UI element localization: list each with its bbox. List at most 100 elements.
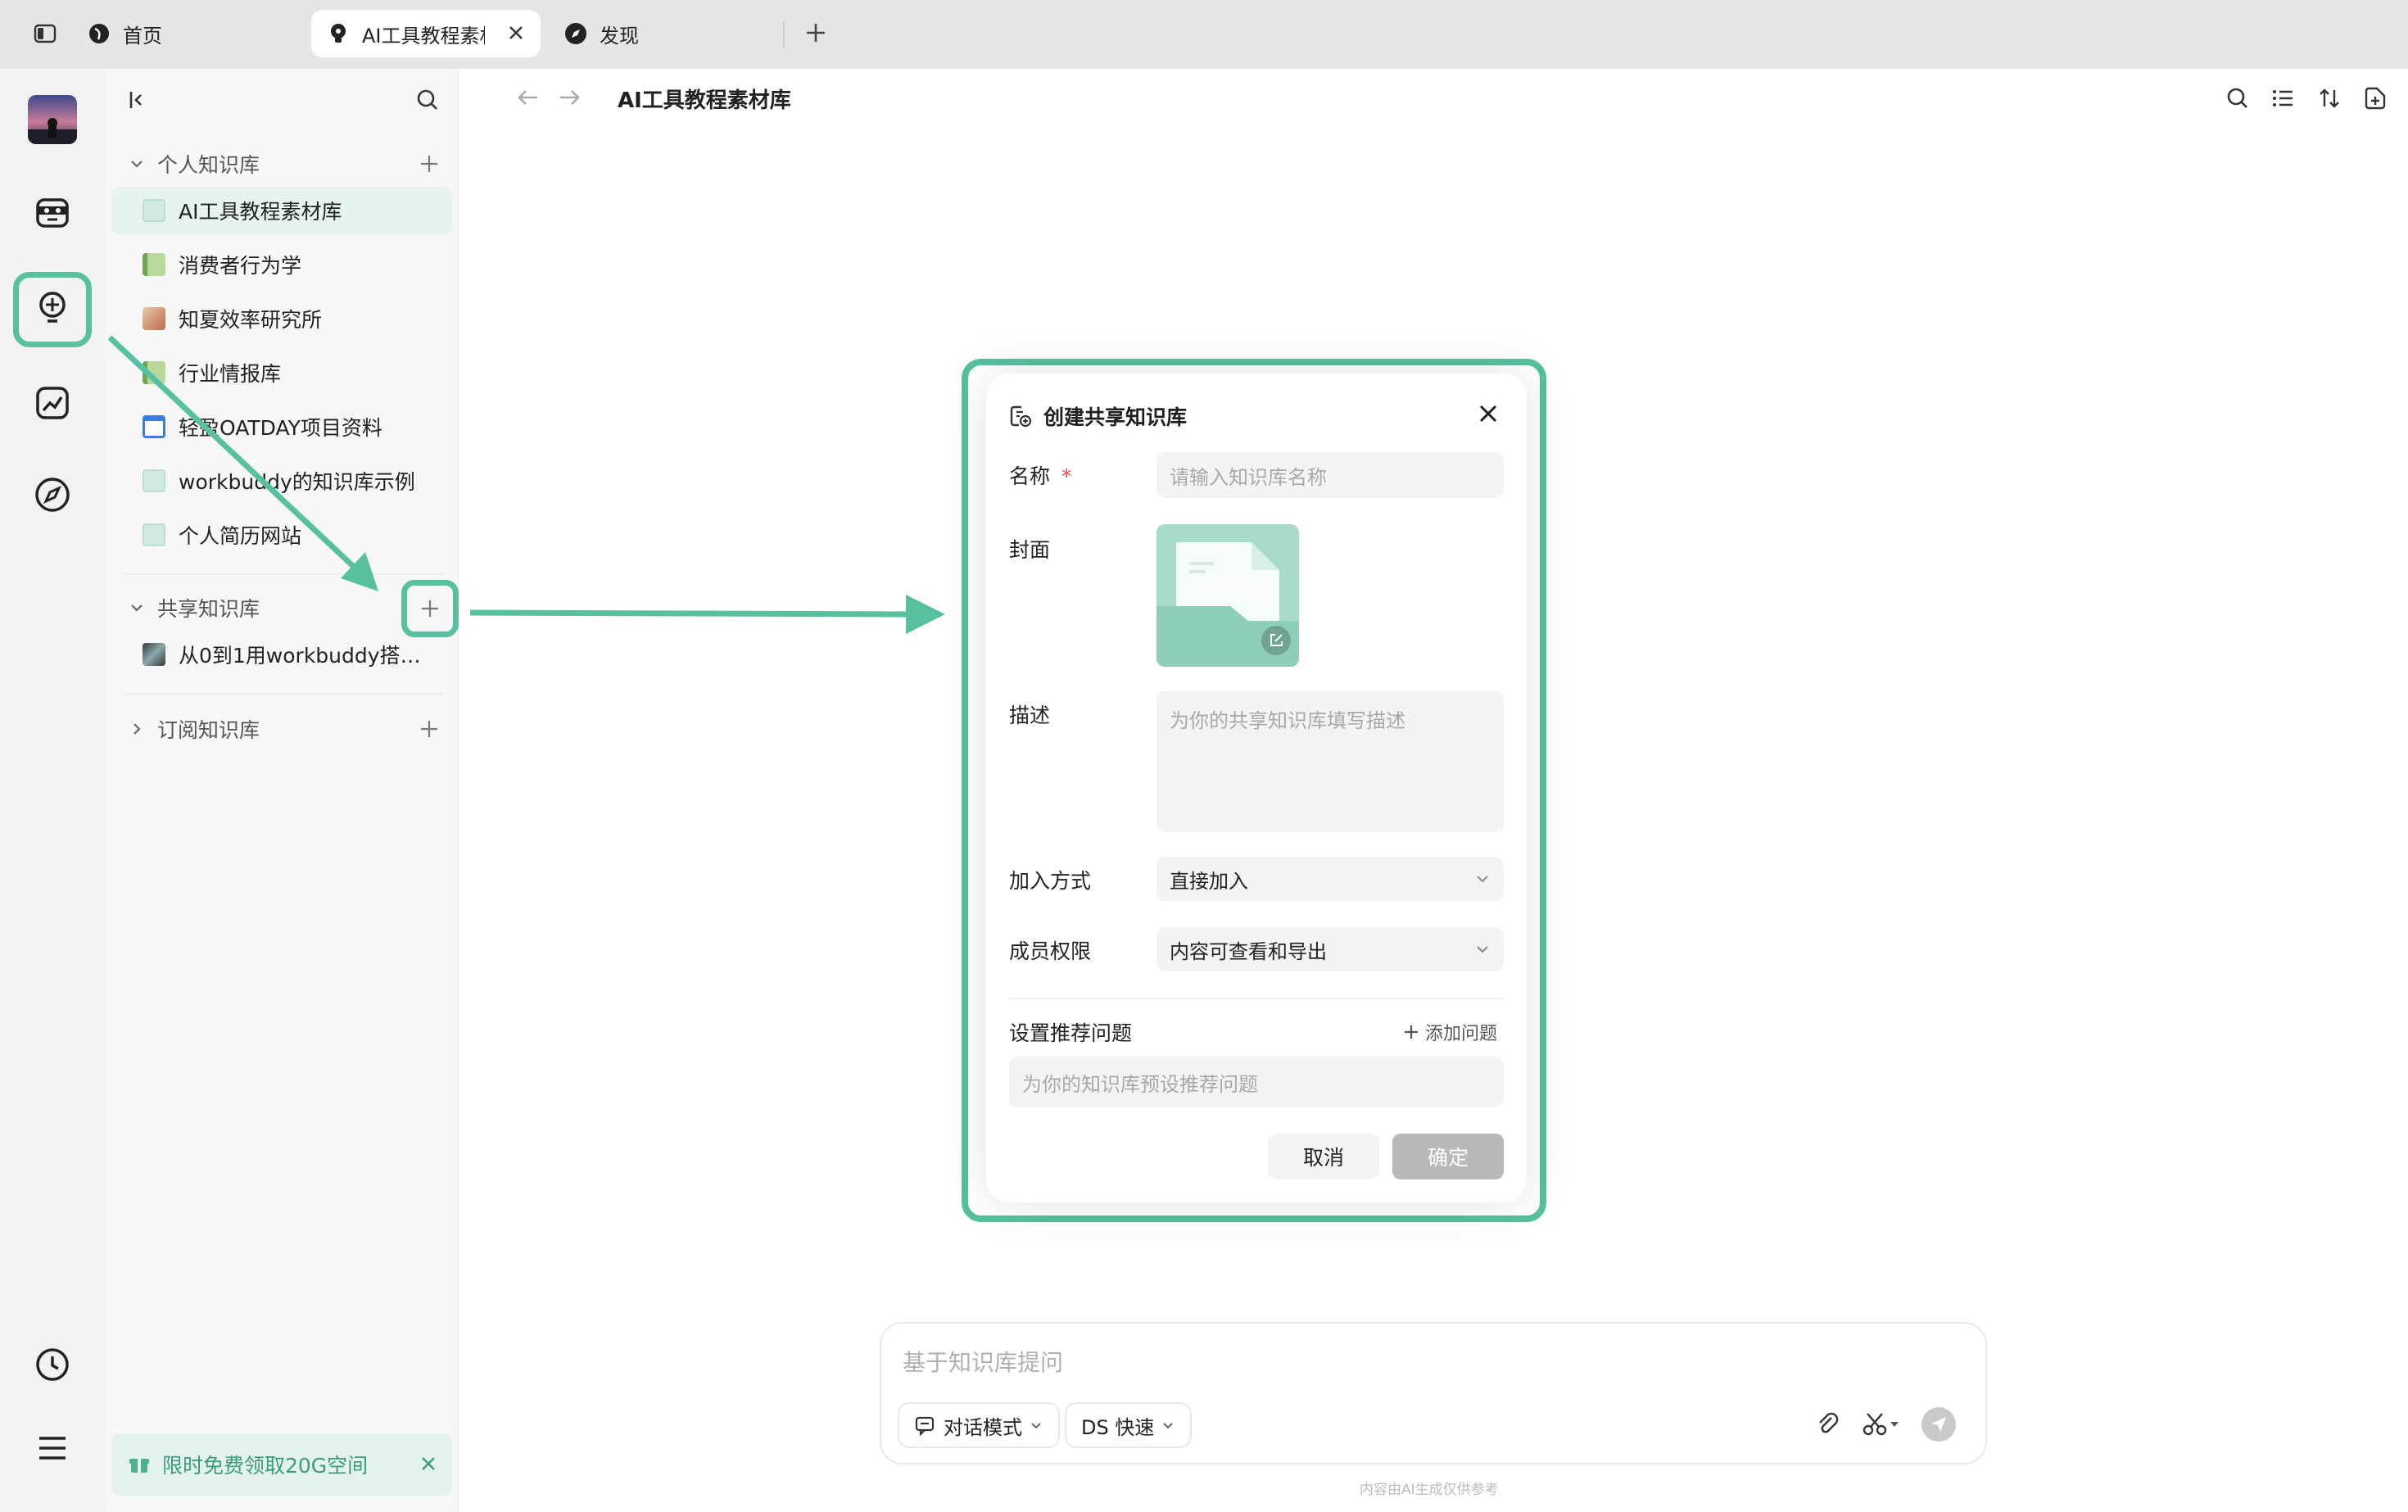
- sidebar-item-label: 个人简历网站: [179, 524, 302, 548]
- kb-cover-icon: [143, 307, 165, 330]
- section-subscribed[interactable]: 订阅知识库: [128, 708, 455, 750]
- sidebar-item-label: 从0到1用workbuddy搭建i...: [179, 644, 441, 668]
- tab-divider: [783, 21, 785, 48]
- add-question-button[interactable]: 添加问题: [1402, 1019, 1497, 1045]
- tab-bar: 首页 AI工具教程素材库 发现: [0, 0, 2408, 69]
- sidebar-item-label: 消费者行为学: [179, 254, 302, 278]
- sort-icon[interactable]: [2311, 80, 2347, 116]
- section-personal[interactable]: 个人知识库: [128, 143, 455, 185]
- join-method-select[interactable]: 直接加入: [1156, 857, 1504, 901]
- arrow-line-horizontal: [469, 609, 910, 618]
- search-icon[interactable]: [414, 87, 441, 113]
- sidebar-item-zhixia[interactable]: 知夏效率研究所: [111, 295, 452, 342]
- mode-label: 对话模式: [944, 1415, 1022, 1439]
- close-promo-icon[interactable]: [419, 1455, 437, 1473]
- send-icon: [1931, 1417, 1946, 1432]
- add-subscribed-icon[interactable]: [413, 713, 446, 745]
- sidebar-item-oatday[interactable]: 轻盈OATDAY项目资料: [111, 403, 452, 450]
- model-select[interactable]: DS 快速: [1065, 1402, 1193, 1448]
- perm-label: 成员权限: [1009, 939, 1092, 963]
- sidebar-toggle-icon[interactable]: [33, 21, 57, 46]
- chevron-down-icon: [1477, 876, 1488, 883]
- name-label-text: 名称: [1009, 464, 1051, 488]
- name-label: 名称 *: [1009, 460, 1071, 490]
- kb-cover-icon: [143, 523, 165, 546]
- sidebar-item-consumer[interactable]: 消费者行为学: [111, 241, 452, 288]
- back-arrow-icon[interactable]: [514, 84, 542, 111]
- promo-banner[interactable]: 限时免费领取20G空间: [111, 1433, 452, 1496]
- tab-label: AI工具教程素材库: [362, 24, 485, 48]
- new-doc-icon[interactable]: [2357, 80, 2393, 116]
- history-clock-icon[interactable]: [33, 1345, 72, 1384]
- section-label: 共享知识库: [157, 597, 260, 621]
- header-search-icon[interactable]: [2220, 80, 2256, 116]
- explore-compass-icon[interactable]: [33, 475, 72, 514]
- menu-icon[interactable]: [33, 1428, 72, 1468]
- section-label: 订阅知识库: [157, 718, 260, 742]
- divider: [124, 573, 444, 575]
- cancel-button[interactable]: 取消: [1268, 1134, 1379, 1179]
- add-kb-icon: [1010, 405, 1032, 428]
- new-tab-icon[interactable]: [803, 20, 829, 46]
- section-label: 个人知识库: [157, 153, 260, 177]
- bulb-icon: [326, 21, 351, 46]
- attach-icon[interactable]: [1813, 1410, 1841, 1438]
- sidebar-item-label: workbuddy的知识库示例: [179, 470, 415, 494]
- cover-picker[interactable]: [1156, 524, 1299, 667]
- knowledge-bulb-icon[interactable]: [33, 288, 72, 328]
- tab-knowledge-base[interactable]: AI工具教程素材库: [311, 10, 541, 57]
- sidebar-item-workbuddy[interactable]: workbuddy的知识库示例: [111, 457, 452, 505]
- close-tab-icon[interactable]: [506, 23, 526, 43]
- kb-cover-icon: [143, 643, 165, 666]
- required-mark: *: [1061, 464, 1072, 488]
- kb-cover-icon: [143, 253, 165, 276]
- chart-icon[interactable]: [33, 383, 72, 423]
- desc-placeholder: 为你的共享知识库填写描述: [1170, 709, 1405, 732]
- chat-input[interactable]: 基于知识库提问: [903, 1345, 1063, 1378]
- sidebar-item-ai-tools[interactable]: AI工具教程素材库: [111, 187, 452, 234]
- add-shared-icon[interactable]: [414, 592, 446, 625]
- chevron-down-icon: [1477, 946, 1488, 953]
- chat-bubble-icon: [915, 1416, 935, 1436]
- promo-text: 限时免费领取20G空间: [162, 1454, 369, 1478]
- sidebar-item-label: 知夏效率研究所: [179, 308, 323, 332]
- divider: [124, 693, 444, 695]
- close-dialog-icon[interactable]: [1476, 401, 1500, 426]
- dialog-title: 创建共享知识库: [1043, 405, 1188, 429]
- join-label: 加入方式: [1009, 869, 1092, 893]
- tab-discover[interactable]: 发现: [554, 10, 783, 57]
- chevron-down-icon: [131, 161, 143, 168]
- edit-cover-icon[interactable]: [1261, 626, 1291, 655]
- collapse-sidebar-icon[interactable]: [124, 87, 151, 113]
- scissors-icon[interactable]: [1861, 1410, 1900, 1438]
- desc-label: 描述: [1009, 704, 1051, 727]
- mode-select[interactable]: 对话模式: [898, 1402, 1060, 1448]
- robot-icon[interactable]: [33, 193, 72, 233]
- forward-arrow-icon[interactable]: [555, 84, 583, 111]
- add-question-label: 添加问题: [1425, 1024, 1498, 1044]
- chevron-down-icon: [1163, 1423, 1174, 1429]
- sidebar-item-shared-0[interactable]: 从0到1用workbuddy搭建i...: [111, 631, 452, 678]
- name-input[interactable]: 请输入知识库名称: [1156, 452, 1504, 498]
- sidebar-item-resume[interactable]: 个人简历网站: [111, 511, 452, 559]
- recommend-label: 设置推荐问题: [1009, 1021, 1133, 1045]
- home-logo-icon: [87, 21, 111, 46]
- model-label: DS 快速: [1081, 1415, 1155, 1439]
- join-value: 直接加入: [1170, 869, 1248, 893]
- avatar[interactable]: [28, 95, 77, 144]
- add-personal-icon[interactable]: [413, 147, 446, 180]
- confirm-button[interactable]: 确定: [1392, 1134, 1504, 1179]
- chat-input-box: 基于知识库提问 对话模式 DS 快速: [880, 1322, 1987, 1464]
- page-title: AI工具教程素材库: [618, 88, 791, 113]
- send-button[interactable]: [1921, 1407, 1956, 1442]
- question-input[interactable]: 为你的知识库预设推荐问题: [1009, 1057, 1504, 1107]
- kb-cover-icon: [143, 361, 165, 384]
- member-permission-select[interactable]: 内容可查看和导出: [1156, 927, 1504, 971]
- tab-home[interactable]: 首页: [79, 10, 292, 57]
- arrow-head-horizontal: [906, 595, 945, 634]
- tab-label: 首页: [123, 24, 162, 48]
- desc-textarea[interactable]: 为你的共享知识库填写描述: [1156, 691, 1504, 832]
- list-view-icon[interactable]: [2265, 80, 2302, 116]
- chevron-down-icon: [131, 604, 143, 612]
- sidebar-item-industry[interactable]: 行业情报库: [111, 349, 452, 396]
